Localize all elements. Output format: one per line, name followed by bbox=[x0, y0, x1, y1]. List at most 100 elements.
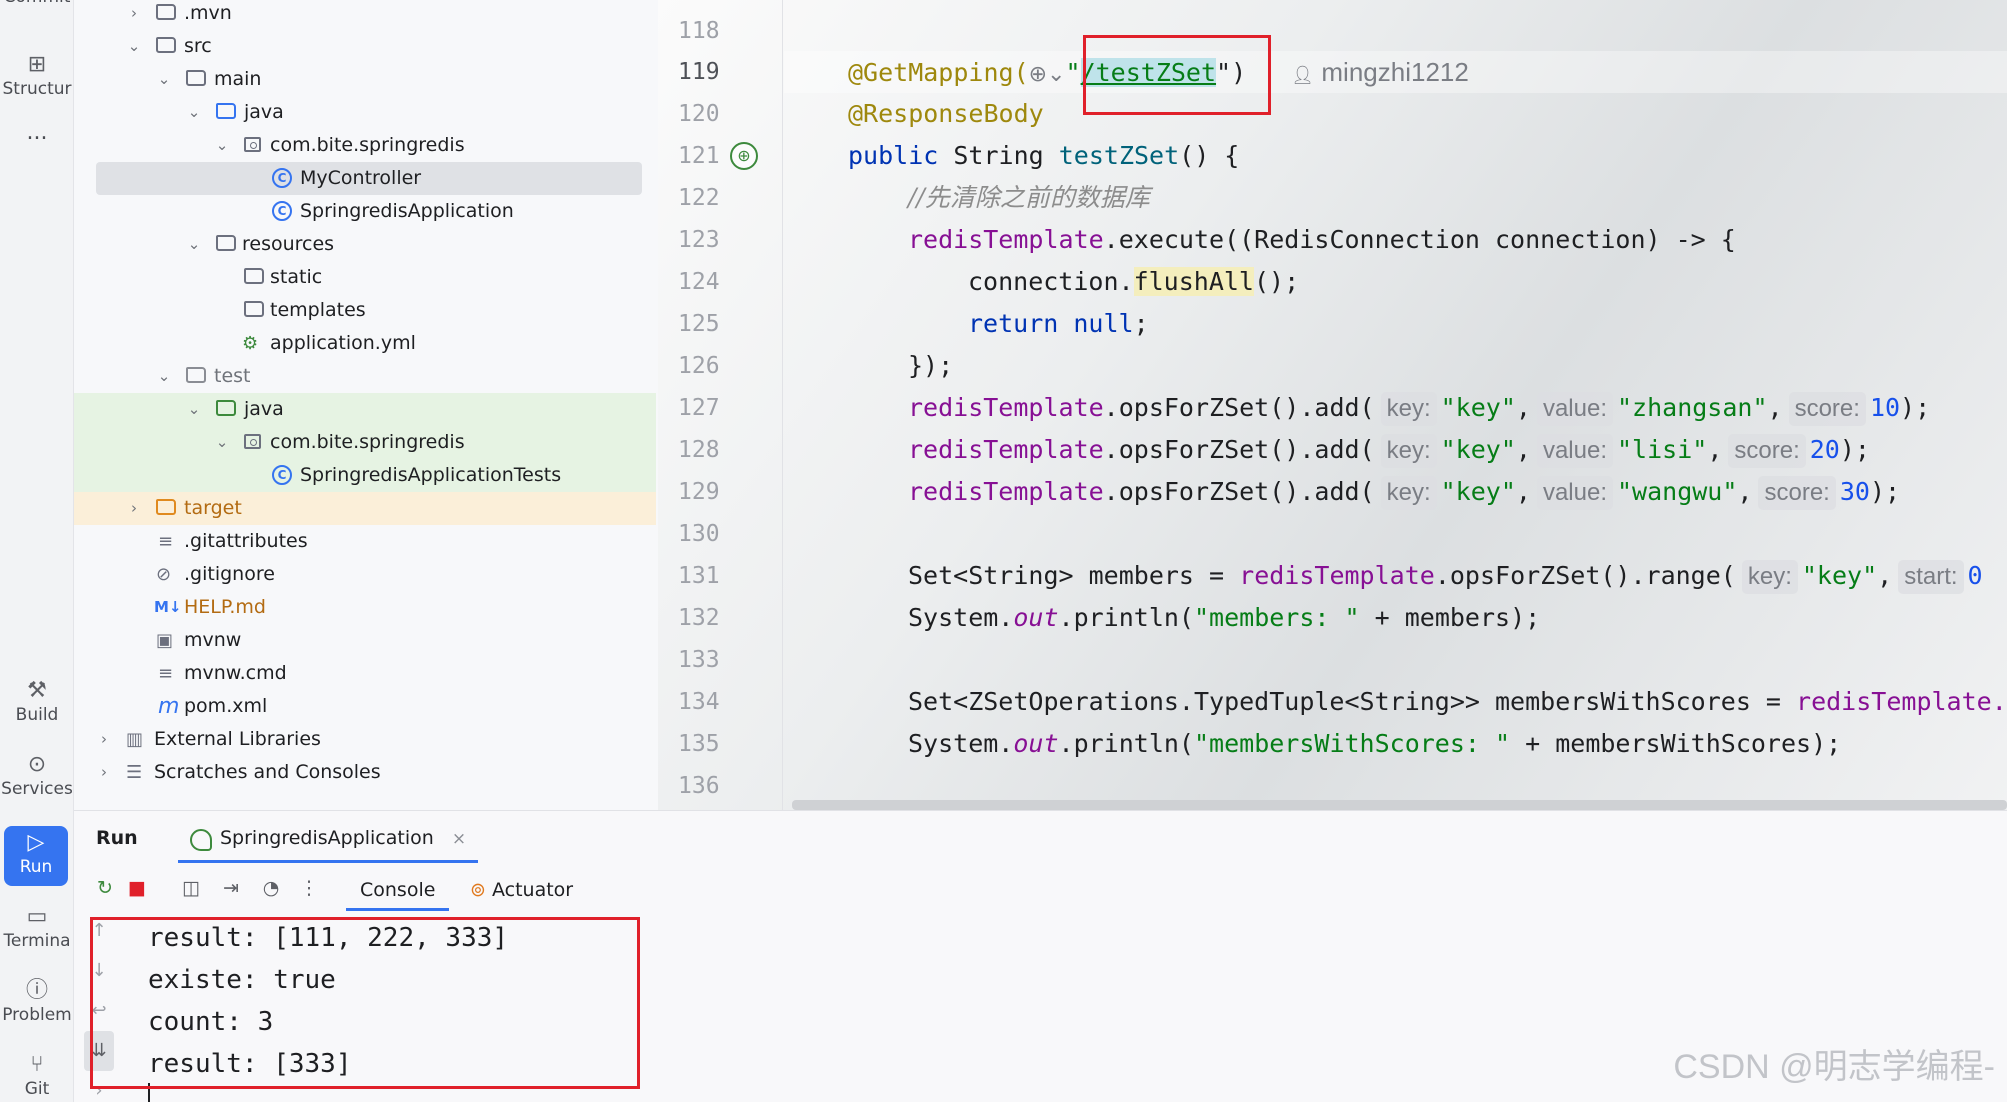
restore-layout-icon[interactable]: ⇥ bbox=[218, 875, 244, 901]
chevron-down-icon[interactable]: ⌄ bbox=[214, 426, 230, 459]
gauge-icon[interactable]: ◔ bbox=[258, 875, 284, 901]
tree-item-mvn[interactable]: › .mvn bbox=[74, 0, 656, 30]
tab-actuator[interactable]: ⊚ Actuator bbox=[470, 875, 573, 911]
param-hint: start: bbox=[1898, 560, 1964, 594]
tree-item-application-yml[interactable]: ⚙ application.yml bbox=[74, 327, 656, 360]
tree-item-label: target bbox=[184, 497, 242, 519]
code-line-127: redisTemplate.opsForZSet().add(key: "key"… bbox=[908, 387, 1930, 429]
chevron-right-icon[interactable]: › bbox=[126, 0, 142, 30]
tree-item-target[interactable]: › target bbox=[74, 492, 656, 525]
tree-item-package[interactable]: ⌄ com.bite.springredis bbox=[74, 129, 656, 162]
run-icon: ▷ bbox=[27, 830, 45, 855]
string-literal: "members: " bbox=[1193, 603, 1360, 632]
code-line-134: Set<ZSetOperations.TypedTuple<String>> m… bbox=[908, 681, 2007, 723]
git-label: Git bbox=[24, 1079, 50, 1099]
chevron-down-icon[interactable]: ⌄ bbox=[186, 393, 202, 426]
run-panel-title: Run bbox=[96, 827, 138, 849]
tree-item-src[interactable]: ⌄ src bbox=[74, 30, 656, 63]
tree-item-static[interactable]: static bbox=[74, 261, 656, 294]
code-text: (); bbox=[1254, 267, 1300, 296]
tree-item-mvnw-cmd[interactable]: ≡ mvnw.cmd bbox=[74, 657, 656, 690]
code-editor[interactable]: 118 119 120 121 ⊕ 122 123 124 125 126 12… bbox=[658, 0, 2007, 810]
tree-item-gitattributes[interactable]: ≡ .gitattributes bbox=[74, 525, 656, 558]
tree-item-pom-xml[interactable]: m pom.xml bbox=[74, 690, 656, 723]
keyword: return bbox=[968, 309, 1059, 338]
stop-icon[interactable]: ■ bbox=[124, 875, 150, 901]
problems-icon: ⓘ bbox=[25, 978, 48, 1003]
rerun-icon[interactable]: ↻ bbox=[92, 875, 118, 901]
tree-item-label: java bbox=[244, 398, 284, 420]
tree-item-label: application.yml bbox=[270, 332, 416, 354]
chevron-down-icon[interactable]: ⌄ bbox=[186, 228, 202, 261]
chevron-down-icon[interactable]: ⌄ bbox=[156, 63, 172, 96]
string-literal: "key" bbox=[1440, 477, 1516, 506]
code-line-135: System.out.println("membersWithScores: "… bbox=[908, 723, 1841, 765]
editor-horizontal-scrollbar[interactable] bbox=[792, 800, 2007, 810]
chevron-down-icon[interactable]: ⌄ bbox=[186, 96, 202, 129]
chevron-right-icon[interactable]: › bbox=[96, 723, 112, 756]
endpoint-globe-icon[interactable]: ⊕ bbox=[730, 142, 758, 170]
screenshot-icon[interactable]: ◫ bbox=[178, 875, 204, 901]
more-vertical-icon[interactable]: ⋮ bbox=[296, 875, 322, 901]
tree-item-main[interactable]: ⌄ main bbox=[74, 63, 656, 96]
tree-item-label: .mvn bbox=[184, 2, 232, 24]
tree-item-scratches[interactable]: › ☰ Scratches and Consoles bbox=[74, 756, 656, 789]
chevron-down-icon[interactable]: ⌄ bbox=[126, 30, 142, 63]
commit-tool-button[interactable]: Commit bbox=[0, 0, 74, 16]
run-tool-button[interactable]: ▷ Run bbox=[4, 826, 68, 886]
more-tools-button[interactable]: ... bbox=[0, 122, 74, 152]
string-literal: "key" bbox=[1801, 561, 1878, 590]
tree-item-help-md[interactable]: M↓ HELP.md bbox=[74, 591, 656, 624]
tree-item-mvnw[interactable]: ▣ mvnw bbox=[74, 624, 656, 657]
close-icon[interactable]: × bbox=[452, 829, 466, 849]
tree-item-external-libraries[interactable]: › ▥ External Libraries bbox=[74, 723, 656, 756]
tree-item-test-package[interactable]: ⌄ com.bite.springredis bbox=[74, 426, 656, 459]
tree-item-resources[interactable]: ⌄ resources bbox=[74, 228, 656, 261]
chevron-down-icon[interactable]: ⌄ bbox=[156, 360, 172, 393]
field-ref: redisTemplate bbox=[1239, 561, 1435, 590]
problems-tool-button[interactable]: ⓘ Problem bbox=[0, 978, 74, 1034]
build-tool-button[interactable]: ⚒ Build bbox=[0, 678, 74, 734]
line-number: 124 bbox=[678, 269, 720, 295]
spring-app-icon bbox=[190, 829, 212, 851]
code-text: Set<ZSetOperations.TypedTuple<String>> m… bbox=[908, 687, 1797, 716]
git-tool-button[interactable]: ⑂ Git bbox=[0, 1052, 74, 1102]
line-number: 119 bbox=[678, 59, 720, 85]
code-line-131: Set<String> members = redisTemplate.opsF… bbox=[908, 555, 1983, 597]
keyword: public bbox=[848, 141, 939, 170]
build-label: Build bbox=[15, 705, 59, 725]
run-toolbar: ↻ ■ ◫ ⇥ ◔ ⋮ Console ⊚ Actuator bbox=[74, 867, 2007, 911]
structure-tool-button[interactable]: ⊞ Structur bbox=[0, 52, 74, 108]
endpoint-highlight-box bbox=[1083, 35, 1271, 115]
param-hint: score: bbox=[1728, 434, 1806, 468]
code-text: , bbox=[1737, 477, 1753, 506]
tree-item-gitignore[interactable]: ⊘ .gitignore bbox=[74, 558, 656, 591]
chevron-right-icon[interactable]: › bbox=[126, 492, 142, 525]
run-tab-springredisapplication[interactable]: SpringredisApplication × bbox=[178, 819, 479, 863]
chevron-right-icon[interactable]: › bbox=[96, 756, 112, 789]
tree-item-test-java[interactable]: ⌄ java bbox=[74, 393, 656, 426]
tree-item-templates[interactable]: templates bbox=[74, 294, 656, 327]
tree-item-springredisapplication[interactable]: C SpringredisApplication bbox=[74, 195, 656, 228]
run-tab-bar: Run SpringredisApplication × bbox=[74, 811, 2007, 863]
tab-console[interactable]: Console bbox=[346, 875, 450, 911]
tree-item-test[interactable]: ⌄ test bbox=[74, 360, 656, 393]
terminal-tool-button[interactable]: ▭ Termina bbox=[0, 904, 74, 960]
code-text: System. bbox=[908, 729, 1014, 758]
param-hint: key: bbox=[1380, 476, 1437, 510]
code-line-129: redisTemplate.opsForZSet().add(key: "key"… bbox=[908, 471, 1900, 513]
globe-icon[interactable]: ⊕⌄ bbox=[1029, 62, 1066, 87]
code-text: ); bbox=[1900, 393, 1931, 422]
static-field: out bbox=[1013, 603, 1059, 632]
yaml-config-icon: ⚙ bbox=[242, 333, 259, 354]
tree-item-springredisapplicationtests[interactable]: C SpringredisApplicationTests bbox=[74, 459, 656, 492]
chevron-down-icon[interactable]: ⌄ bbox=[214, 129, 230, 162]
tree-item-mycontroller[interactable]: C MyController bbox=[96, 162, 642, 195]
keyword: null bbox=[1058, 309, 1134, 338]
tree-item-label: main bbox=[214, 68, 262, 90]
line-number: 135 bbox=[678, 731, 720, 757]
line-number: 125 bbox=[678, 311, 720, 337]
tree-item-java[interactable]: ⌄ java bbox=[74, 96, 656, 129]
services-tool-button[interactable]: ⊙ Services bbox=[0, 752, 74, 808]
watermark: CSDN @明志学编程- bbox=[1673, 1048, 1995, 1086]
